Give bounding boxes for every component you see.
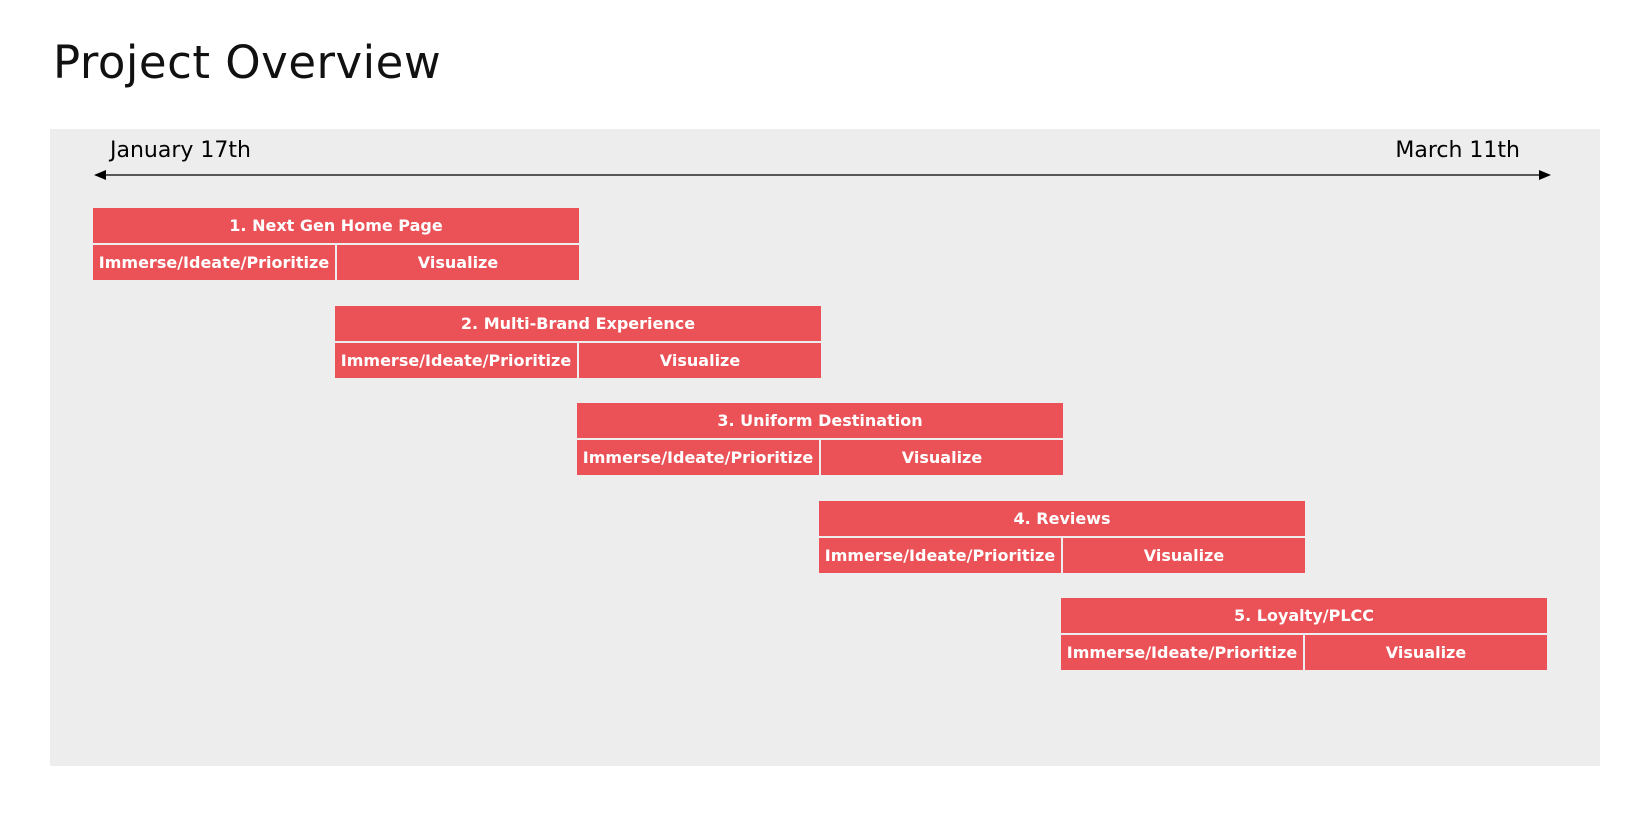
phase-immerse: Immerse/Ideate/Prioritize	[1061, 635, 1303, 670]
phase-visualize: Visualize	[337, 245, 579, 280]
phase-immerse: Immerse/Ideate/Prioritize	[577, 440, 819, 475]
phase-visualize: Visualize	[821, 440, 1063, 475]
project-block-4[interactable]: 4. Reviews Immerse/Ideate/Prioritize Vis…	[819, 501, 1305, 573]
project-title: 1. Next Gen Home Page	[93, 208, 579, 243]
timeline-start-label: January 17th	[110, 138, 251, 163]
page-title: Project Overview	[53, 36, 442, 89]
page: Project Overview January 17th March 11th…	[0, 0, 1638, 824]
project-block-2[interactable]: 2. Multi-Brand Experience Immerse/Ideate…	[335, 306, 821, 378]
project-title: 3. Uniform Destination	[577, 403, 1063, 438]
phase-visualize: Visualize	[1063, 538, 1305, 573]
project-block-3[interactable]: 3. Uniform Destination Immerse/Ideate/Pr…	[577, 403, 1063, 475]
project-title: 5. Loyalty/PLCC	[1061, 598, 1547, 633]
timeline-end-label: March 11th	[1395, 138, 1520, 163]
project-block-1[interactable]: 1. Next Gen Home Page Immerse/Ideate/Pri…	[93, 208, 579, 280]
phase-immerse: Immerse/Ideate/Prioritize	[335, 343, 577, 378]
project-title: 4. Reviews	[819, 501, 1305, 536]
project-block-5[interactable]: 5. Loyalty/PLCC Immerse/Ideate/Prioritiz…	[1061, 598, 1547, 670]
phase-visualize: Visualize	[1305, 635, 1547, 670]
project-title: 2. Multi-Brand Experience	[335, 306, 821, 341]
phase-immerse: Immerse/Ideate/Prioritize	[93, 245, 335, 280]
phase-visualize: Visualize	[579, 343, 821, 378]
phase-immerse: Immerse/Ideate/Prioritize	[819, 538, 1061, 573]
